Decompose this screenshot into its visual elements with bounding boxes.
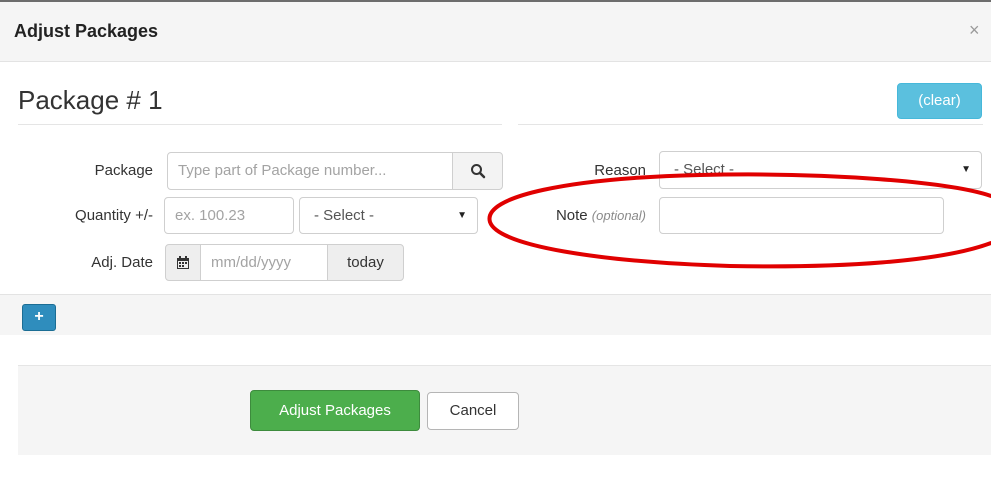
- calendar-button[interactable]: [165, 244, 201, 281]
- note-label-text: Note: [555, 207, 588, 224]
- note-input[interactable]: [659, 197, 944, 234]
- package-title: Package # 1: [18, 85, 163, 115]
- reason-value: - Select -: [674, 161, 735, 178]
- reason-select[interactable]: - Select - ▼: [659, 151, 982, 189]
- chevron-down-icon: ▼: [961, 164, 971, 175]
- reason-label: Reason: [594, 162, 646, 179]
- clear-button[interactable]: (clear): [897, 83, 982, 119]
- today-button[interactable]: today: [327, 244, 404, 281]
- quantity-input[interactable]: ex. 100.23: [164, 197, 294, 234]
- divider: [518, 124, 983, 125]
- cancel-button[interactable]: Cancel: [427, 392, 519, 430]
- divider: [18, 124, 502, 125]
- add-package-button[interactable]: +: [22, 304, 56, 331]
- calendar-icon: [177, 256, 189, 269]
- search-icon: [470, 164, 485, 179]
- adj-date-input[interactable]: mm/dd/yyyy: [200, 244, 328, 281]
- package-label: Package: [94, 162, 153, 179]
- package-search-button[interactable]: [452, 152, 503, 190]
- quantity-unit-value: - Select -: [314, 207, 375, 224]
- note-label: Note (optional): [530, 206, 646, 226]
- modal-title: Adjust Packages: [14, 21, 159, 41]
- adjust-packages-button[interactable]: Adjust Packages: [250, 390, 420, 431]
- quantity-label: Quantity +/-: [75, 207, 153, 224]
- close-icon[interactable]: ×: [969, 19, 980, 41]
- note-optional-hint: (optional): [591, 208, 646, 223]
- panel-footer: [0, 294, 991, 335]
- chevron-down-icon: ▼: [457, 210, 467, 221]
- package-input[interactable]: Type part of Package number...: [167, 152, 453, 190]
- adj-date-label: Adj. Date: [91, 254, 153, 271]
- quantity-unit-select[interactable]: - Select - ▼: [299, 197, 478, 234]
